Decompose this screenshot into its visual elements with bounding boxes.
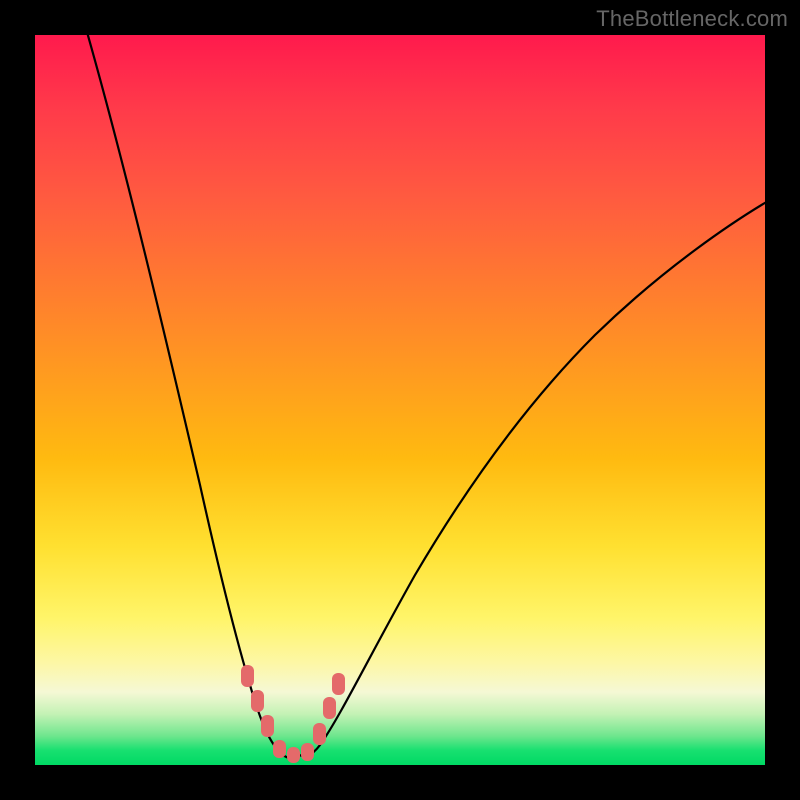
marker-dot (251, 690, 264, 712)
marker-dot (313, 723, 326, 745)
watermark-text: TheBottleneck.com (596, 6, 788, 32)
marker-dot (241, 665, 254, 687)
curve-layer (35, 35, 765, 765)
plot-area (35, 35, 765, 765)
marker-dot (332, 673, 345, 695)
marker-dot (261, 715, 274, 737)
marker-dot (301, 743, 314, 761)
marker-dot (273, 740, 286, 758)
marker-dot (323, 697, 336, 719)
curve-right-branch (297, 197, 765, 756)
curve-left-branch (85, 35, 297, 758)
marker-dot (287, 747, 300, 763)
chart-frame: TheBottleneck.com (0, 0, 800, 800)
valley-markers (241, 665, 345, 763)
